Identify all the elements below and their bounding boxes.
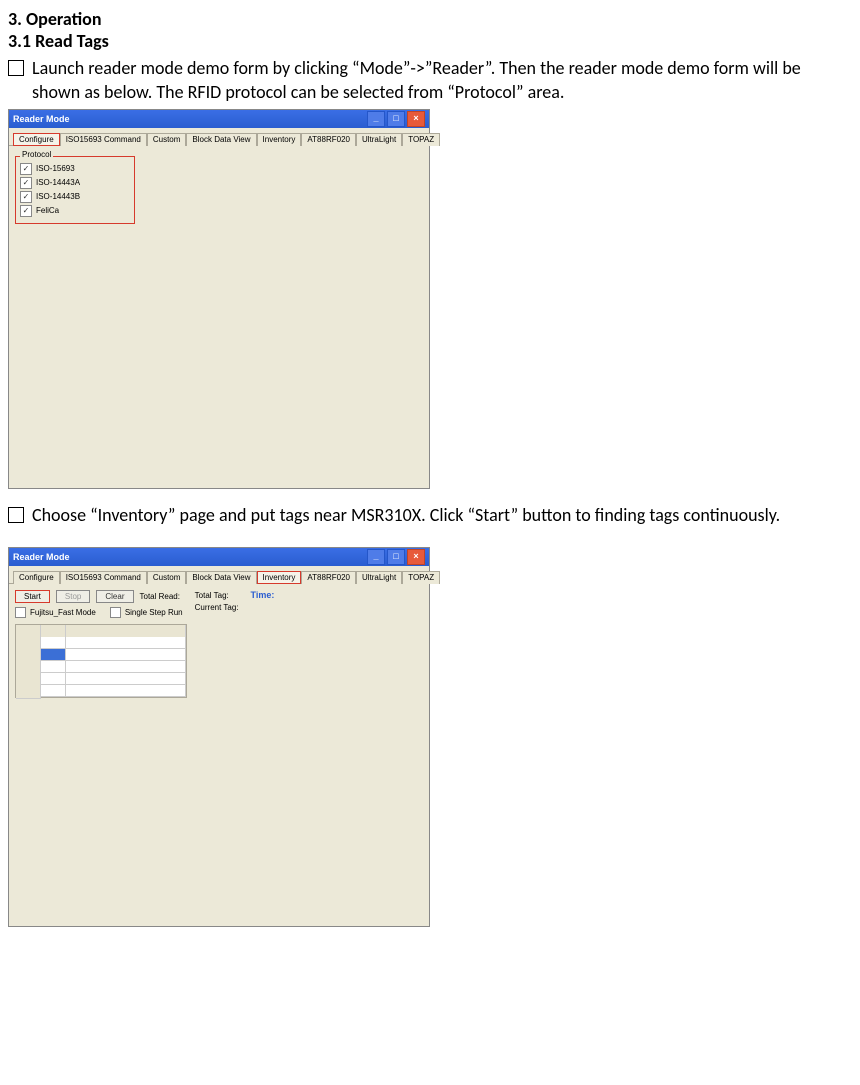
grid-row-header [16, 685, 41, 699]
total-tag-label: Total Tag: [195, 590, 239, 602]
tab-strip: Configure ISO15693 Command Custom Block … [9, 566, 429, 584]
checkbox-row-iso15693: ✓ ISO-15693 [20, 163, 130, 175]
grid-cell[interactable] [41, 673, 66, 685]
tab-ultralight[interactable]: UltraLight [356, 133, 402, 146]
heading-read-tags: 3.1 Read Tags [8, 30, 852, 52]
grid-cell[interactable] [66, 637, 186, 649]
grid-cell[interactable] [66, 673, 186, 685]
start-button[interactable]: Start [15, 590, 50, 603]
current-tag-label: Current Tag: [195, 602, 239, 614]
screenshot-reader-configure: Reader Mode _ □ × Configure ISO15693 Com… [8, 109, 430, 489]
inventory-toolbar: Start Stop Clear Total Read: [15, 590, 183, 603]
tab-topaz[interactable]: TOPAZ [402, 571, 440, 584]
checkbox-iso14443a[interactable]: ✓ [20, 177, 32, 189]
window-title: Reader Mode [13, 552, 70, 562]
stop-button[interactable]: Stop [56, 590, 90, 603]
tag-grid [15, 624, 187, 698]
inventory-panel: Start Stop Clear Total Read: Fujitsu_Fas… [9, 584, 429, 926]
checkbox-fujitsu-fast[interactable] [15, 607, 26, 618]
maximize-button[interactable]: □ [387, 111, 405, 127]
grid-cell[interactable] [41, 685, 66, 697]
tab-iso15693-command[interactable]: ISO15693 Command [60, 571, 147, 584]
window-titlebar: Reader Mode _ □ × [9, 548, 429, 566]
checkbox-single-step[interactable] [110, 607, 121, 618]
tab-inventory[interactable]: Inventory [257, 571, 302, 584]
label-iso14443a: ISO-14443A [36, 178, 80, 187]
label-single-step: Single Step Run [125, 608, 183, 617]
bullet-2: Choose “Inventory” page and put tags nea… [8, 503, 852, 527]
checkbox-row-iso14443a: ✓ ISO-14443A [20, 177, 130, 189]
protocol-legend: Protocol [20, 150, 53, 159]
checkbox-row-iso14443b: ✓ ISO-14443B [20, 191, 130, 203]
configure-panel: Protocol ✓ ISO-15693 ✓ ISO-14443A ✓ ISO-… [9, 146, 429, 488]
bullet-1: Launch reader mode demo form by clicking… [8, 56, 852, 105]
total-read-label: Total Read: [140, 592, 180, 601]
grid-cell-selected[interactable] [41, 649, 66, 661]
grid-cell[interactable] [66, 685, 186, 697]
maximize-button[interactable]: □ [387, 549, 405, 565]
tab-topaz[interactable]: TOPAZ [402, 133, 440, 146]
close-button[interactable]: × [407, 111, 425, 127]
window-title: Reader Mode [13, 114, 70, 124]
grid-cell[interactable] [66, 649, 186, 661]
close-button[interactable]: × [407, 549, 425, 565]
tab-custom[interactable]: Custom [147, 133, 187, 146]
checkbox-iso14443b[interactable]: ✓ [20, 191, 32, 203]
window-titlebar: Reader Mode _ □ × [9, 110, 429, 128]
bullet-1-text: Launch reader mode demo form by clicking… [32, 56, 852, 105]
grid-cell[interactable] [41, 661, 66, 673]
label-felica: FeliCa [36, 206, 59, 215]
grid-cell[interactable] [66, 661, 186, 673]
screenshot-reader-inventory: Reader Mode _ □ × Configure ISO15693 Com… [8, 547, 430, 927]
bullet-square-icon [8, 60, 24, 76]
bullet-square-icon [8, 507, 24, 523]
tab-iso15693-command[interactable]: ISO15693 Command [60, 133, 147, 146]
tab-block-data-view[interactable]: Block Data View [186, 571, 256, 584]
checkbox-felica[interactable]: ✓ [20, 205, 32, 217]
checkbox-iso15693[interactable]: ✓ [20, 163, 32, 175]
protocol-fieldset: Protocol ✓ ISO-15693 ✓ ISO-14443A ✓ ISO-… [15, 156, 135, 224]
tab-configure[interactable]: Configure [13, 571, 60, 584]
label-fujitsu-fast: Fujitsu_Fast Mode [30, 608, 96, 617]
bullet-2-text: Choose “Inventory” page and put tags nea… [32, 503, 852, 527]
heading-operation: 3. Operation [8, 8, 852, 30]
minimize-button[interactable]: _ [367, 111, 385, 127]
label-iso15693: ISO-15693 [36, 164, 75, 173]
tab-inventory[interactable]: Inventory [257, 133, 302, 146]
inventory-options: Fujitsu_Fast Mode Single Step Run [15, 607, 183, 618]
tab-at88rf020[interactable]: AT88RF020 [301, 571, 356, 584]
grid-cell[interactable] [41, 637, 66, 649]
tab-ultralight[interactable]: UltraLight [356, 571, 402, 584]
minimize-button[interactable]: _ [367, 549, 385, 565]
time-label: Time: [251, 590, 275, 600]
tab-at88rf020[interactable]: AT88RF020 [301, 133, 356, 146]
tab-configure[interactable]: Configure [13, 133, 60, 146]
clear-button[interactable]: Clear [96, 590, 133, 603]
tab-custom[interactable]: Custom [147, 571, 187, 584]
info-column: Total Tag: Current Tag: [195, 590, 239, 614]
checkbox-row-felica: ✓ FeliCa [20, 205, 130, 217]
label-iso14443b: ISO-14443B [36, 192, 80, 201]
tab-block-data-view[interactable]: Block Data View [186, 133, 256, 146]
tab-strip: Configure ISO15693 Command Custom Block … [9, 128, 429, 146]
